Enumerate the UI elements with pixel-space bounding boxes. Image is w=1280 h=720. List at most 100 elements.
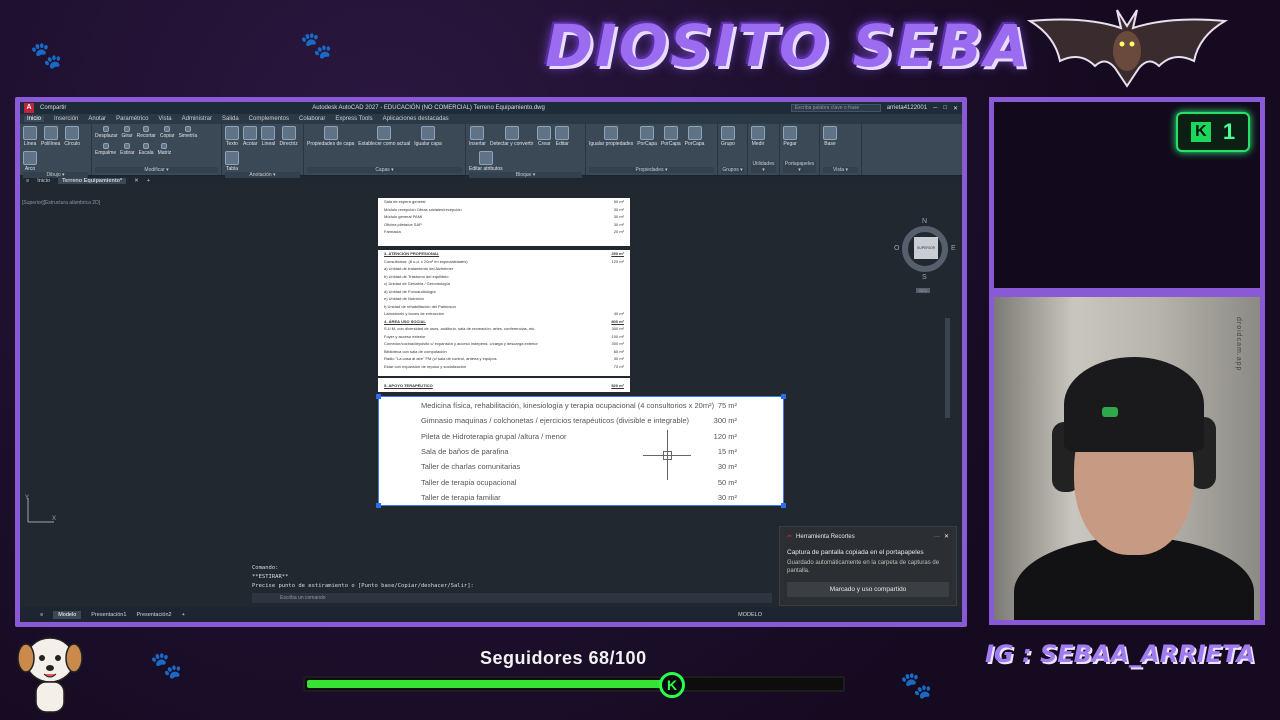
ribbon-tab[interactable]: Inserción <box>54 116 78 122</box>
sheet-row-label: a) Unidad de tratamiento del Alzheimer <box>384 266 454 272</box>
ribbon-tab[interactable]: Anotar <box>88 116 106 122</box>
ribbon-tool-button[interactable]: Editar atributos <box>469 151 503 172</box>
ribbon-tool-button[interactable]: Texto <box>225 126 239 147</box>
ribbon-tool-button[interactable]: Línea <box>23 126 37 147</box>
notification-toast[interactable]: ✂ Herramienta Recortes ··· ✕ Captura de … <box>779 526 957 606</box>
ribbon-tool-button[interactable]: Escala <box>139 143 154 156</box>
ribbon-tool-button[interactable]: Lineal <box>261 126 276 147</box>
add-layout-icon[interactable]: + <box>182 612 185 618</box>
ribbon-tool-button[interactable]: PorCapa <box>685 126 704 147</box>
ribbon-tool-button[interactable]: Acotar <box>243 126 257 147</box>
layout-tab-model[interactable]: Modelo <box>53 610 82 619</box>
more-icon[interactable]: ··· <box>934 534 940 540</box>
ribbon-tool-button[interactable]: Medir <box>751 126 765 147</box>
menu-icon[interactable]: ≡ <box>26 178 29 184</box>
close-tab-icon[interactable]: ✕ <box>134 178 139 184</box>
new-tab-icon[interactable]: + <box>147 178 150 184</box>
ribbon-tool-button[interactable]: Polilínea <box>41 126 60 147</box>
ribbon-tool-button[interactable]: Propiedades de capa <box>307 126 354 147</box>
ribbon-tool-button[interactable]: Igualar propiedades <box>589 126 633 147</box>
ribbon-tool-button[interactable]: Pegar <box>783 126 797 147</box>
viewcube[interactable]: SUPERIOR N S E O SCU <box>894 218 960 293</box>
ribbon-tab[interactable]: Vista <box>158 116 171 122</box>
tool-label: Detectar y convertir <box>489 141 534 147</box>
menu-icon[interactable]: ≡ <box>40 612 43 618</box>
section-value: 520 m² <box>611 382 624 388</box>
sheet-row-label: Laboratorio y boxes de extracción <box>384 311 445 317</box>
ribbon-tool-button[interactable]: Copiar <box>160 126 175 139</box>
close-icon[interactable]: ✕ <box>953 105 958 112</box>
file-tab-inicio[interactable]: Inicio <box>37 178 50 184</box>
minimize-icon[interactable]: ─ <box>933 105 937 111</box>
wcs-menu[interactable]: SCU <box>916 288 931 293</box>
compass-north[interactable]: N <box>922 218 927 225</box>
panel-name[interactable]: Grupos ▾ <box>721 167 744 173</box>
panel-name[interactable]: Utilidades ▾ <box>751 161 776 173</box>
panel-name[interactable]: Portapapeles ▾ <box>783 161 816 173</box>
compass-south[interactable]: S <box>922 274 927 281</box>
ribbon-tool-button[interactable]: Igualar capa <box>414 126 442 147</box>
ribbon-tab[interactable]: Inicio <box>24 116 45 122</box>
ribbon-tab[interactable]: Express Tools <box>335 116 372 122</box>
view-label[interactable]: [Superior][Estructura alámbrica 2D] <box>22 200 100 206</box>
ribbon-tool-button[interactable]: Tabla <box>225 151 239 172</box>
search-input[interactable]: Escriba palabra clave o frase <box>790 104 881 112</box>
ribbon-tab[interactable]: Aplicaciones destacadas <box>383 116 449 122</box>
ribbon-tool-button[interactable]: Recortar <box>137 126 156 139</box>
ribbon-tool-button[interactable]: Matriz <box>158 143 171 156</box>
ribbon-tool-button[interactable]: Simetría <box>179 126 197 139</box>
model-space-toggle[interactable]: MODELO <box>738 612 762 618</box>
viewcube-face[interactable]: SUPERIOR <box>914 237 938 259</box>
panel-name[interactable]: Propiedades ▾ <box>589 167 714 173</box>
command-input[interactable]: Escriba un comando <box>252 593 772 603</box>
selected-table-image[interactable]: Medicina física, rehabilitación, kinesio… <box>376 394 786 508</box>
ribbon-tool-button[interactable]: Crear <box>537 126 552 147</box>
ribbon-tool-button[interactable]: Círculo <box>64 126 80 147</box>
ribbon-tool-button[interactable]: Estirar <box>120 143 135 156</box>
grip-handle[interactable] <box>781 503 786 508</box>
ribbon-tool-button[interactable]: Girar <box>122 126 133 139</box>
sheet-row: f) Unidad de rehabilitación del Parkinso… <box>378 303 630 311</box>
navigation-bar[interactable] <box>945 318 950 418</box>
ribbon-tool-button[interactable]: Detectar y convertir <box>490 126 533 147</box>
grip-handle[interactable] <box>376 503 381 508</box>
layout-tab-1[interactable]: Presentación1 <box>91 612 126 618</box>
ribbon-tool-button[interactable]: Editar <box>555 126 570 147</box>
tool-label: Directriz <box>279 141 298 147</box>
layout-tab-2[interactable]: Presentación2 <box>136 612 171 618</box>
ribbon-tab[interactable]: Paramétrico <box>116 116 148 122</box>
maximize-icon[interactable]: □ <box>943 105 947 111</box>
compass-west[interactable]: O <box>894 245 899 252</box>
sheet-row-value: 30 m² <box>613 356 624 362</box>
file-tab-drawing[interactable]: Terreno Equipamiento* <box>58 178 127 184</box>
user-account[interactable]: arrieta4122001 <box>887 105 927 111</box>
ribbon-tool-button[interactable]: Insertar <box>469 126 486 147</box>
ribbon-tool-button[interactable]: PorCapa <box>661 126 681 147</box>
ribbon-tool-button[interactable]: Base <box>823 126 837 147</box>
compass-east[interactable]: E <box>951 245 956 252</box>
ribbon-tab[interactable]: Administrar <box>182 116 212 122</box>
panel-name[interactable]: Bloque ▾ <box>469 172 582 178</box>
panel-name[interactable]: Modificar ▾ <box>95 167 218 173</box>
grip-handle[interactable] <box>376 394 381 399</box>
panel-name[interactable]: Anotación ▾ <box>225 172 300 178</box>
ribbon-tool-button[interactable]: Establecer como actual <box>358 126 410 147</box>
ribbon-tool-button[interactable]: PorCapa <box>637 126 657 147</box>
ribbon-tool-button[interactable]: Grupo <box>721 126 735 147</box>
ribbon-tab[interactable]: Complementos <box>249 116 289 122</box>
grip-handle[interactable] <box>781 394 786 399</box>
panel-name[interactable]: Vista ▾ <box>823 167 858 173</box>
ribbon-tool-button[interactable]: Desplazar <box>95 126 118 139</box>
ribbon-tool-button[interactable]: Arco <box>23 151 37 172</box>
share-button[interactable]: Compartir <box>40 105 66 111</box>
close-icon[interactable]: ✕ <box>944 533 949 540</box>
ribbon-tab[interactable]: Salida <box>222 116 239 122</box>
autocad-logo-icon[interactable]: A <box>24 103 34 113</box>
tool-label: Desplazar <box>95 133 118 139</box>
ribbon-tool-button[interactable]: Directriz <box>279 126 298 147</box>
markup-share-button[interactable]: Marcado y uso compartido <box>787 582 949 597</box>
tool-icon <box>783 126 797 140</box>
ribbon-tab[interactable]: Colaborar <box>299 116 325 122</box>
ribbon-tool-button[interactable]: Empalme <box>95 143 116 156</box>
panel-name[interactable]: Capas ▾ <box>307 167 462 173</box>
